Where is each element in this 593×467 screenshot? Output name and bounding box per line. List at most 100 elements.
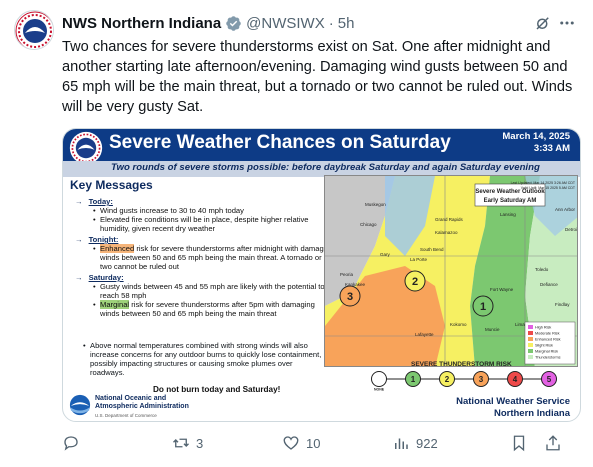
map-legend: High Risk Moderate Risk Enhanced Risk Sl… [524,321,576,365]
heart-icon [283,436,299,450]
last-updated: Last Updated: Mar 14 2025 3:26 AM CDT [511,181,576,185]
city-label: Kankakee [345,282,366,287]
bullet: • Above normal temperatures combined with… [83,341,322,377]
outlook-map: Severe Weather Outlook Early Saturday AM… [324,175,578,367]
tweet-media-card[interactable]: Severe Weather Chances on Saturday March… [62,128,581,422]
like-count: 10 [306,435,321,451]
risk-level-name: NONE [374,388,385,392]
risk-scale: NONE 1 2 3 4 5 [371,371,557,392]
nws-line2: Northern Indiana [493,408,570,419]
more-options-icon[interactable] [557,13,577,33]
graphic-date: March 14, 2025 [502,131,570,142]
bullet: Wind gusts increase to 30 to 40 mph toda… [93,206,335,215]
key-messages-title: Key Messages [70,178,153,192]
legend-slight: Slight Risk [535,344,553,348]
timestamp[interactable]: 5h [338,15,355,32]
outlook-subtitle: Early Saturday AM [484,198,537,204]
graphic-title: Severe Weather Chances on Saturday [109,132,451,153]
city-label: Toledo [535,267,549,272]
risk-scale-title: SEVERE THUNDERSTORM RISK [411,361,512,368]
key-messages: → Today: Wind gusts increase to 30 to 40… [75,195,335,318]
section-tonight: → Tonight: [75,235,335,244]
tonight-bullets: Enhanced risk for severe thunderstorms a… [93,244,335,271]
section-label: Today: [88,197,113,206]
bullet-text: risk for severe thunderstorms after midn… [100,244,334,271]
avatar[interactable] [14,10,54,50]
verified-badge-icon [226,15,241,31]
tweet-actions: 3 10 922 [62,432,582,454]
nws-logo-icon [69,131,103,165]
author-name[interactable]: NWS Northern Indiana [62,15,221,32]
marginal-highlight: Marginal [100,300,130,309]
city-label: Lima [515,322,525,327]
reply-icon [64,436,78,451]
share-icon [546,435,560,451]
noaa-line1: National Oceanic and [95,395,167,402]
city-label: Muskegon [365,202,386,207]
city-label: Peoria [340,272,354,277]
bullet: Enhanced risk for severe thunderstorms a… [93,244,335,271]
noaa-logo-icon [69,394,91,416]
views-count: 922 [416,435,438,451]
bullet: Elevated fire conditions will be in plac… [93,215,335,233]
bookmark-button[interactable] [510,434,544,452]
city-label: Gary [380,252,391,257]
city-label: Grand Rapids [435,217,464,222]
risk-level-circle [371,371,387,387]
enhanced-highlight: Enhanced [100,244,135,253]
valid-until: Valid Until: Mar 15 2025 5 AM CDT [521,186,576,190]
city-label: Detroit [565,227,578,232]
city-label: La Porte [410,257,428,262]
city-label: Ann Arbor [555,207,576,212]
arrow-icon: → [75,197,83,206]
city-label: Findlay [555,302,570,307]
share-button[interactable] [544,434,574,452]
arrow-icon: → [75,273,83,282]
nws-office: National Weather Service Northern Indian… [456,396,570,420]
section-saturday: → Saturday: [75,273,335,282]
arrow-icon: → [75,235,83,244]
city-label: Lansing [500,212,516,217]
graphic-time: 3:33 AM [533,143,570,154]
city-label: Kalamazoo [435,230,458,235]
risk-circle-3: 3 [339,285,361,307]
legend-enhanced: Enhanced Risk [535,338,561,342]
svg-text:3: 3 [347,291,353,303]
author-handle[interactable]: @NWSIWX [246,15,325,32]
city-label: Defiance [540,282,558,287]
section-today: → Today: [75,197,335,206]
like-button[interactable]: 10 [282,434,392,452]
today-bullets: Wind gusts increase to 30 to 40 mph toda… [93,206,335,233]
risk-circle-1: 1 [472,295,494,317]
svg-text:2: 2 [412,276,418,288]
section-label: Saturday: [88,273,124,282]
burn-warning-bold: Do not burn today and Saturday! [153,385,281,394]
risk-level-number: 4 [513,375,518,384]
saturday-bullets: Gusty winds between 45 and 55 mph are li… [93,282,335,318]
section-label: Tonight: [88,235,119,244]
reply-button[interactable] [62,434,172,452]
legend-marginal: Marginal Risk [535,350,558,354]
city-label: Lafayette [415,332,434,337]
tweet-header: NWS Northern Indiana @NWSIWX · 5h [62,12,577,34]
retweet-button[interactable]: 3 [172,434,282,452]
grok-icon[interactable] [533,13,553,33]
legend-high: High Risk [535,326,551,330]
graphic-datetime: March 14, 2025 3:33 AM [502,131,570,155]
views-icon [395,438,408,449]
legend-moderate: Moderate Risk [535,332,560,336]
city-label: Fort Wayne [490,287,514,292]
views-button[interactable]: 922 [392,434,510,452]
risk-level-number: 5 [547,375,552,384]
noaa-name: National Oceanic and Atmospheric Adminis… [95,395,189,411]
burn-warning: • Above normal temperatures combined with… [83,341,328,377]
noaa-dept: U.S. Department of Commerce [95,413,157,418]
tweet-text: Two chances for severe thunderstorms exi… [62,39,573,115]
bullet-text: risk for severe thunderstorms after 5pm … [100,300,315,318]
risk-level-number: 3 [479,375,484,384]
risk-level-number: 1 [411,375,416,384]
city-label: South Bend [420,247,444,252]
retweet-icon [173,438,189,448]
bullet: Gusty winds between 45 and 55 mph are li… [93,282,335,300]
noaa-line2: Atmospheric Administration [95,403,189,410]
